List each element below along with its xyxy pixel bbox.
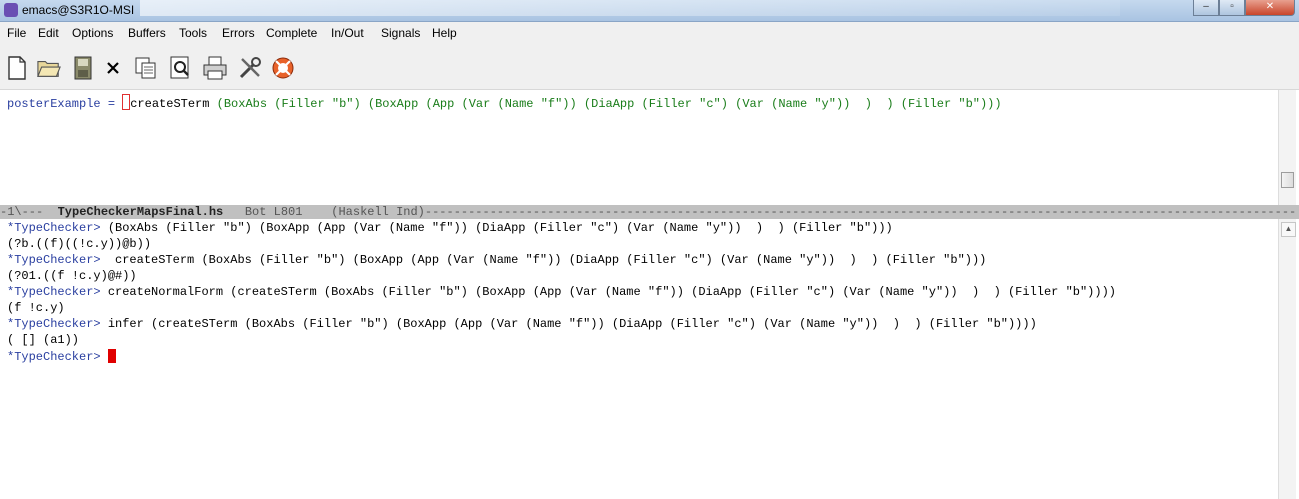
- repl-cursor: [107, 349, 116, 363]
- repl-prompt: *TypeChecker>: [7, 253, 101, 267]
- menu-complete[interactable]: Complete: [266, 26, 317, 40]
- repl-input: createNormalForm (createSTerm (BoxAbs (F…: [100, 285, 1116, 299]
- menu-edit[interactable]: Edit: [38, 26, 59, 40]
- mode-line-status: -1\---: [0, 205, 58, 219]
- repl-line: (?b.((f)((!c.y))@b)): [7, 237, 151, 251]
- menu-buffers[interactable]: Buffers: [128, 26, 166, 40]
- repl-line: *TypeChecker> createSTerm (BoxAbs (Fille…: [7, 253, 986, 267]
- menu-file[interactable]: File: [7, 26, 26, 40]
- repl-prompt: *TypeChecker>: [7, 317, 101, 331]
- mode-line-fill: ----------------------------------------…: [424, 205, 1297, 219]
- copy-icon[interactable]: [134, 56, 158, 80]
- repl-prompt: *TypeChecker>: [7, 350, 101, 364]
- mode-line: -1\--- TypeCheckerMapsFinal.hs Bot L801 …: [0, 205, 1299, 219]
- search-icon[interactable]: [169, 56, 193, 80]
- repl-line: *TypeChecker> (BoxAbs (Filler "b") (BoxA…: [7, 221, 893, 235]
- repl-line: *TypeChecker> createNormalForm (createST…: [7, 285, 1116, 299]
- source-scroll-thumb[interactable]: [1281, 172, 1294, 188]
- print-icon[interactable]: [203, 56, 227, 80]
- repl-prompt: *TypeChecker>: [7, 285, 101, 299]
- repl-line: (f !c.y): [7, 301, 65, 315]
- close-window-button[interactable]: ✕: [1245, 0, 1295, 16]
- open-folder-icon[interactable]: [37, 56, 61, 80]
- menu-in-out[interactable]: In/Out: [331, 26, 364, 40]
- menu-options[interactable]: Options: [72, 26, 113, 40]
- repl-input: (BoxAbs (Filler "b") (BoxApp (App (Var (…: [100, 221, 893, 235]
- buffer-name: TypeCheckerMapsFinal.hs: [57, 205, 224, 219]
- repl-line: *TypeChecker> infer (createSTerm (BoxAbs…: [7, 317, 1037, 331]
- menu-bar: File Edit Options Buffers Tools Errors C…: [0, 22, 1299, 44]
- mode-line-position: Bot L801 (Haskell Ind): [223, 205, 425, 219]
- repl-scrollbar[interactable]: ▲: [1278, 219, 1296, 499]
- repl-output: (?01.((f !c.y)@#)): [7, 269, 137, 283]
- menu-errors[interactable]: Errors: [222, 26, 255, 40]
- title-bar-glass: [140, 0, 1120, 16]
- repl-output: (?b.((f)((!c.y))@b)): [7, 237, 152, 251]
- repl-input: infer (createSTerm (BoxAbs (Filler "b") …: [100, 317, 1037, 331]
- repl-prompt: *TypeChecker>: [7, 221, 101, 235]
- repl-input: createSTerm (BoxAbs (Filler "b") (BoxApp…: [100, 253, 987, 267]
- source-buffer[interactable]: posterExample = createSTerm (BoxAbs (Fil…: [0, 90, 1278, 205]
- menu-tools[interactable]: Tools: [179, 26, 207, 40]
- equals-sign: =: [100, 97, 123, 111]
- definition-name: posterExample: [7, 97, 101, 111]
- repl-output: ( [] (a1)): [7, 333, 80, 347]
- save-icon[interactable]: [71, 56, 95, 80]
- repl-line: (?01.((f !c.y)@#)): [7, 269, 137, 283]
- menu-help[interactable]: Help: [432, 26, 457, 40]
- source-line: posterExample = createSTerm (BoxAbs (Fil…: [7, 94, 1002, 111]
- menu-signals[interactable]: Signals: [381, 26, 420, 40]
- preferences-icon[interactable]: [238, 56, 262, 80]
- title-bar: emacs@S3R1O-MSI – ▫ ✕: [0, 0, 1299, 22]
- help-icon[interactable]: [271, 56, 295, 80]
- window-title: emacs@S3R1O-MSI: [22, 3, 135, 17]
- repl-line: *TypeChecker>: [7, 349, 116, 364]
- emacs-app-icon: [4, 3, 18, 17]
- repl-output: (f !c.y): [7, 301, 65, 315]
- repl-buffer[interactable]: *TypeChecker> (BoxAbs (Filler "b") (BoxA…: [0, 219, 1278, 499]
- toolbar: [0, 44, 1299, 90]
- call-arguments: (BoxAbs (Filler "b") (BoxApp (App (Var (…: [209, 97, 1002, 111]
- close-buffer-icon[interactable]: [101, 56, 125, 80]
- repl-input: [101, 350, 108, 364]
- function-call: createSTerm: [130, 97, 210, 111]
- maximize-button[interactable]: ▫: [1219, 0, 1245, 16]
- minimize-button[interactable]: –: [1193, 0, 1219, 16]
- scroll-up-arrow[interactable]: ▲: [1281, 222, 1296, 237]
- repl-line: ( [] (a1)): [7, 333, 79, 347]
- source-scrollbar[interactable]: [1278, 90, 1296, 205]
- new-file-icon[interactable]: [5, 56, 29, 80]
